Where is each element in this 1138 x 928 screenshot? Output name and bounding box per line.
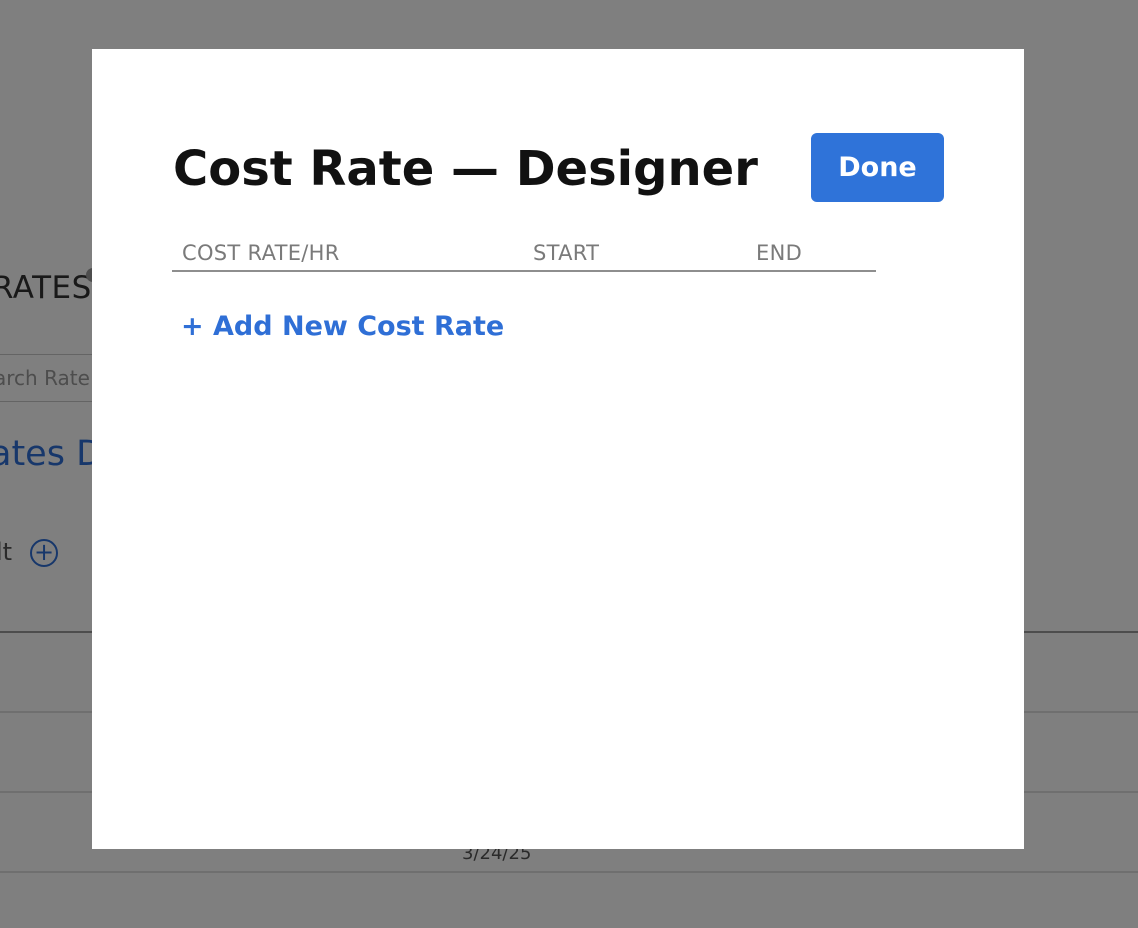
modal-title: Cost Rate — Designer xyxy=(173,141,758,197)
add-new-cost-rate-link[interactable]: + Add New Cost Rate xyxy=(181,311,504,342)
cost-rate-modal: Cost Rate — Designer Done COST RATE/HR S… xyxy=(92,49,1024,849)
done-button[interactable]: Done xyxy=(811,133,944,202)
column-header-start: START xyxy=(533,241,600,265)
column-header-end: END xyxy=(756,241,803,265)
cost-rate-table-header: COST RATE/HR START END xyxy=(172,237,876,272)
column-header-cost-rate: COST RATE/HR xyxy=(182,241,340,265)
